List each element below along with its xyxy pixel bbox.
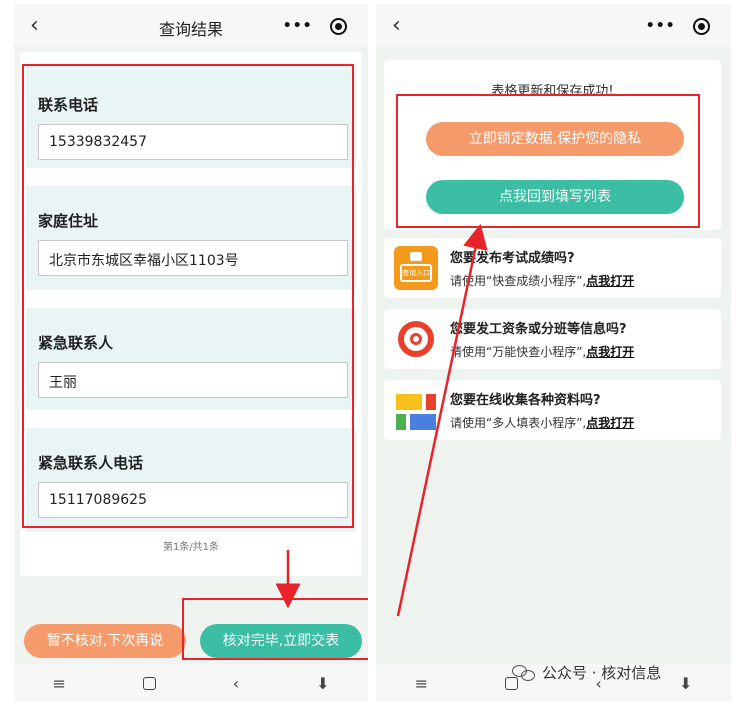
right-nav-bar: ‹ ••• — [376, 4, 731, 46]
highlight-frame-submit — [182, 598, 368, 660]
promo-hint: 请使用“快查成绩小程序”,点我打开 — [450, 274, 635, 288]
promo-hint: 请使用“万能快查小程序”,点我打开 — [450, 345, 635, 359]
more-dots-icon[interactable]: ••• — [646, 18, 676, 34]
left-system-nav: ≡ ‹ ⬇ — [14, 664, 368, 702]
open-link[interactable]: 点我打开 — [586, 274, 634, 288]
back-chevron-icon[interactable]: ‹ — [392, 13, 401, 38]
quick-query-logo-icon — [394, 317, 438, 361]
watermark: 公众号 · 核对信息 — [512, 662, 661, 683]
watermark-text: 公众号 · 核对信息 — [542, 664, 662, 682]
miniprogram-capsule: ••• — [274, 12, 356, 40]
promo-question: 您要发工资条或分班等信息吗? — [450, 322, 627, 337]
menu-icon[interactable]: ≡ — [52, 674, 65, 693]
download-icon[interactable]: ⬇ — [679, 674, 692, 693]
pager-text: 第1条/共1条 — [162, 542, 220, 553]
close-target-icon[interactable] — [693, 17, 711, 35]
promo-question: 您要在线收集各种资料吗? — [450, 393, 601, 408]
logo-text: 查询入口 — [400, 264, 432, 282]
open-link[interactable]: 点我打开 — [586, 345, 634, 359]
right-phone-screen: ‹ ••• 表格更新和保存成功! 立即锁定数据,保护您的隐私 点我回到填写列表 … — [376, 4, 731, 702]
highlight-frame-form — [22, 64, 354, 528]
more-dots-icon[interactable]: ••• — [283, 18, 313, 34]
promo-item-scores[interactable]: 查询入口 您要发布考试成绩吗? 请使用“快查成绩小程序”,点我打开 — [384, 238, 721, 298]
promo-question: 您要发布考试成绩吗? — [450, 251, 575, 266]
back-icon[interactable]: ‹ — [233, 674, 239, 693]
home-icon[interactable] — [142, 676, 156, 690]
download-icon[interactable]: ⬇ — [316, 674, 329, 693]
score-query-logo-icon: 查询入口 — [394, 246, 438, 290]
promo-item-collect[interactable]: 您要在线收集各种资料吗? 请使用“多人填表小程序”,点我打开 — [384, 380, 721, 440]
miniprogram-capsule: ••• — [637, 12, 719, 40]
left-phone-screen: ‹ 查询结果 ••• 联系电话 15339832457 家庭住址 北京市东城区幸… — [14, 4, 368, 702]
skip-check-button[interactable]: 暂不核对,下次再说 — [24, 624, 186, 658]
promo-item-payslip[interactable]: 您要发工资条或分班等信息吗? 请使用“万能快查小程序”,点我打开 — [384, 309, 721, 369]
left-nav-bar: ‹ 查询结果 ••• — [14, 4, 368, 46]
highlight-frame-buttons — [396, 94, 700, 228]
wechat-icon — [512, 663, 536, 683]
promo-hint: 请使用“多人填表小程序”,点我打开 — [450, 416, 635, 430]
form-collect-logo-icon — [394, 388, 438, 432]
menu-icon[interactable]: ≡ — [415, 674, 428, 693]
close-target-icon[interactable] — [330, 17, 348, 35]
open-link[interactable]: 点我打开 — [586, 416, 634, 430]
